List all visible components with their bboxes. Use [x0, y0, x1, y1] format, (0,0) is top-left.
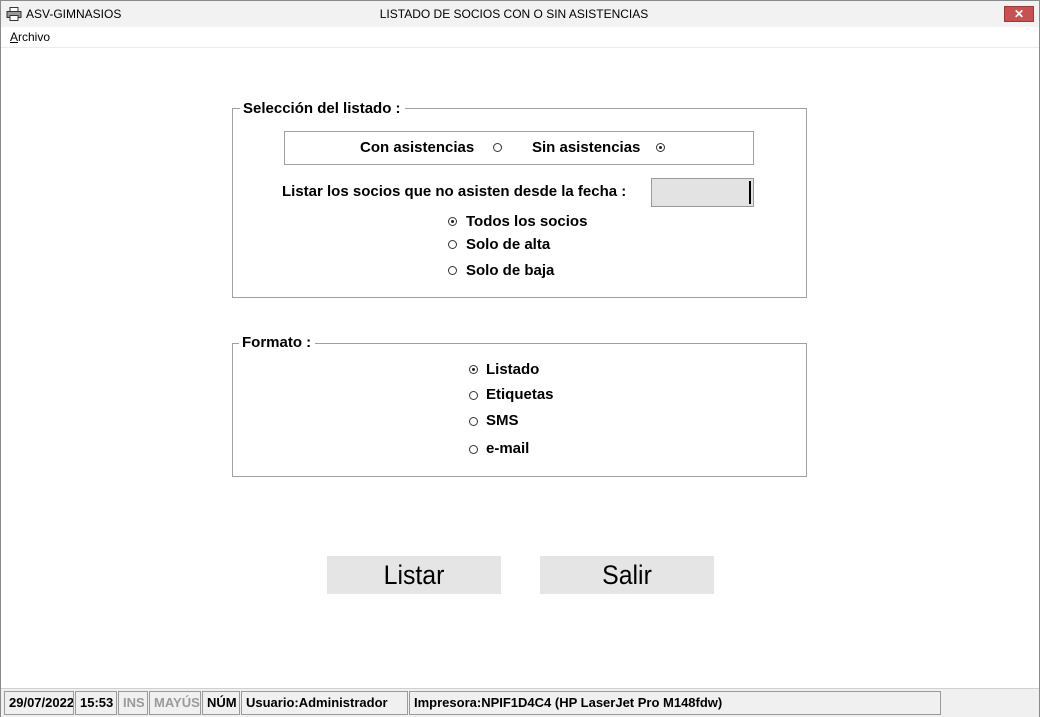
- todos-socios-radio[interactable]: [448, 217, 457, 226]
- fecha-input[interactable]: [651, 178, 754, 207]
- status-num: NÚM: [202, 691, 240, 715]
- salir-button[interactable]: Salir: [540, 556, 714, 594]
- listado-radio[interactable]: [469, 365, 478, 374]
- window-title: LISTADO DE SOCIOS CON O SIN ASISTENCIAS: [379, 7, 649, 21]
- listar-button[interactable]: Listar: [327, 556, 501, 594]
- listar-button-label: Listar: [383, 560, 445, 590]
- status-mayus: MAYÚS: [149, 691, 201, 715]
- seleccion-legend: Selección del listado :: [240, 100, 405, 117]
- email-label: e-mail: [486, 440, 530, 457]
- solo-alta-label: Solo de alta: [466, 236, 551, 253]
- menu-archivo-label: rchivo: [18, 30, 51, 44]
- text-cursor: [749, 181, 751, 204]
- fecha-label: Listar los socios que no asisten desde l…: [282, 183, 627, 200]
- menu-archivo-mnemonic: A: [10, 30, 19, 44]
- sin-asistencias-label: Sin asistencias: [532, 139, 641, 156]
- todos-socios-label: Todos los socios: [466, 213, 588, 230]
- solo-baja-radio[interactable]: [448, 266, 457, 275]
- menu-archivo[interactable]: Archivo: [10, 30, 50, 44]
- salir-button-label: Salir: [602, 560, 652, 590]
- main-window: ASV-GIMNASIOS LISTADO DE SOCIOS CON O SI…: [0, 0, 1040, 717]
- solo-alta-radio[interactable]: [448, 240, 457, 249]
- solo-baja-label: Solo de baja: [466, 262, 555, 279]
- status-user: Usuario:Administrador: [241, 691, 408, 715]
- email-radio[interactable]: [469, 445, 478, 454]
- con-asistencias-label: Con asistencias: [360, 139, 475, 156]
- sin-asistencias-radio[interactable]: [656, 143, 665, 152]
- status-time: 15:53: [75, 691, 117, 715]
- con-asistencias-radio[interactable]: [493, 143, 502, 152]
- status-printer: Impresora:NPIF1D4C4 (HP LaserJet Pro M14…: [409, 691, 941, 715]
- close-icon: ✕: [1013, 7, 1025, 21]
- listado-label: Listado: [486, 361, 540, 378]
- asistencias-box: [284, 131, 754, 165]
- sms-label: SMS: [486, 412, 519, 429]
- title-bar: ASV-GIMNASIOS LISTADO DE SOCIOS CON O SI…: [1, 1, 1039, 27]
- status-bar: 29/07/2022 15:53 INS MAYÚS NÚM Usuario:A…: [1, 688, 1039, 717]
- close-button[interactable]: ✕: [1004, 6, 1034, 22]
- etiquetas-radio[interactable]: [469, 391, 478, 400]
- etiquetas-label: Etiquetas: [486, 386, 554, 403]
- menu-bar: Archivo: [1, 27, 1039, 48]
- sms-radio[interactable]: [469, 417, 478, 426]
- formato-legend: Formato :: [239, 334, 316, 351]
- status-date: 29/07/2022: [4, 691, 74, 715]
- status-ins: INS: [118, 691, 148, 715]
